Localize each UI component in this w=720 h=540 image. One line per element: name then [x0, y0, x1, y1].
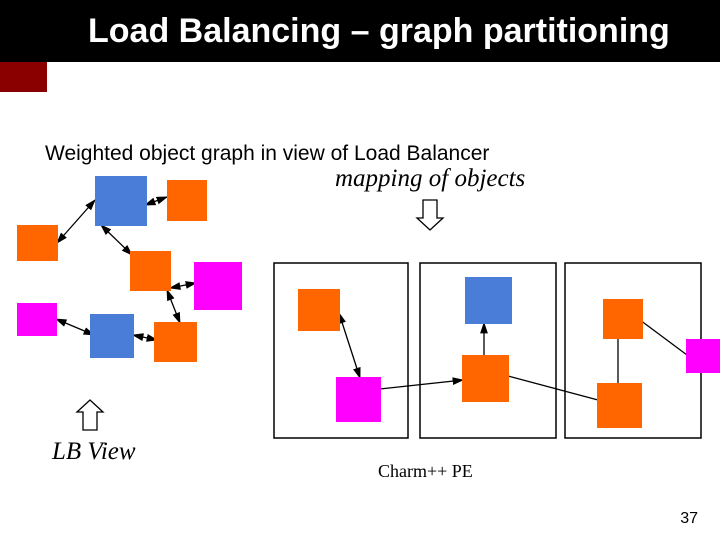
graph-node — [194, 262, 242, 310]
mapping-arrow-icon — [417, 200, 443, 230]
mapped-node — [597, 383, 642, 428]
mapped-node — [298, 289, 340, 331]
mapped-node — [686, 339, 720, 373]
graph-node — [167, 180, 207, 221]
graph-node — [154, 322, 197, 362]
mapped-node — [336, 377, 381, 422]
graph-node — [17, 303, 57, 336]
mapped-node — [603, 299, 643, 339]
mapped-node — [465, 277, 512, 324]
graph-node — [90, 314, 134, 358]
graph-node — [17, 225, 58, 261]
mapped-node — [462, 355, 509, 402]
lb-view-arrow-icon — [77, 400, 103, 430]
graph-node — [130, 251, 171, 291]
graph-node — [95, 176, 147, 226]
diagram-svg — [0, 0, 720, 540]
